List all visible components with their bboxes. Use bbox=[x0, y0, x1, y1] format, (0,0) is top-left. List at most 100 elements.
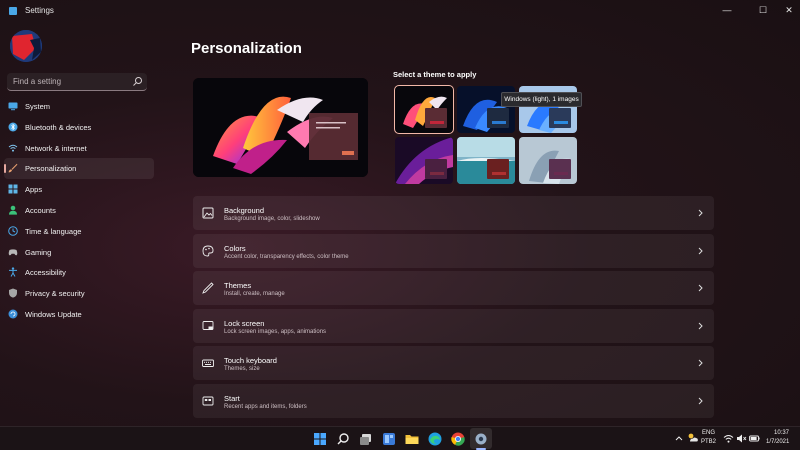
minimize-button[interactable]: — bbox=[716, 2, 738, 18]
chevron-up-icon[interactable] bbox=[674, 433, 684, 443]
keyboard-icon bbox=[202, 359, 214, 367]
sidebar-nav: System Bluetooth & devices Network & int… bbox=[4, 96, 154, 325]
chevron-right-icon bbox=[698, 247, 703, 254]
themes-heading: Select a theme to apply bbox=[393, 70, 477, 79]
user-avatar[interactable] bbox=[10, 30, 42, 62]
chevron-right-icon bbox=[698, 209, 703, 217]
search-input[interactable] bbox=[13, 75, 131, 88]
find-setting-search[interactable] bbox=[7, 73, 147, 91]
sidebar-item-bluetooth[interactable]: Bluetooth & devices bbox=[4, 117, 154, 138]
sidebar-item-accessibility[interactable]: Accessibility bbox=[4, 262, 154, 283]
title-bar: Settings — ☐ ✕ bbox=[0, 0, 800, 22]
card-subtitle: Recent apps and items, folders bbox=[224, 403, 307, 410]
task-view-icon[interactable] bbox=[358, 431, 374, 447]
theme-tile-sunrise[interactable] bbox=[457, 137, 515, 184]
theme-color-chip bbox=[549, 159, 571, 179]
theme-accent-bar bbox=[492, 121, 506, 124]
theme-preview bbox=[193, 78, 368, 177]
theme-color-chip bbox=[549, 108, 571, 128]
sidebar-item-label: Accessibility bbox=[25, 268, 66, 278]
colors-card[interactable]: Colors Accent color, transparency effect… bbox=[193, 233, 714, 268]
update-icon bbox=[8, 309, 18, 319]
touch-keyboard-card[interactable]: Touch keyboard Themes, size bbox=[193, 346, 714, 380]
chevron-right-icon bbox=[698, 284, 703, 292]
settings-icon[interactable] bbox=[473, 431, 489, 447]
search-icon[interactable] bbox=[335, 431, 351, 447]
sidebar-item-label: Accounts bbox=[25, 205, 56, 215]
start-icon bbox=[202, 396, 214, 405]
person-icon bbox=[9, 205, 17, 215]
sidebar-item-personalization[interactable]: Personalization bbox=[4, 158, 154, 180]
settings-app-icon bbox=[9, 7, 17, 15]
sidebar-item-label: Network & internet bbox=[25, 143, 87, 153]
sidebar-item-label: Personalization bbox=[25, 164, 77, 174]
card-title: Touch keyboard bbox=[224, 356, 277, 365]
theme-color-chip bbox=[425, 108, 447, 128]
lock-screen-icon bbox=[202, 320, 214, 330]
volume-muted-icon[interactable] bbox=[736, 433, 747, 444]
card-title: Background bbox=[224, 206, 265, 215]
sidebar-item-label: Bluetooth & devices bbox=[25, 122, 92, 132]
card-subtitle: Lock screen images, apps, animations bbox=[224, 328, 327, 335]
sidebar-item-time-language[interactable]: Time & language bbox=[4, 221, 154, 242]
card-title: Themes bbox=[224, 281, 252, 290]
themes-card[interactable]: Themes Install, create, manage bbox=[193, 271, 714, 305]
sidebar-item-label: Apps bbox=[25, 185, 43, 195]
clock-date[interactable]: 1/7/2021 bbox=[766, 439, 789, 445]
accessibility-icon bbox=[9, 267, 17, 278]
sidebar-item-label: Privacy & security bbox=[25, 289, 85, 299]
input-language[interactable]: ENG bbox=[702, 430, 715, 436]
sidebar-item-apps[interactable]: Apps bbox=[4, 179, 154, 200]
sidebar-item-system[interactable]: System bbox=[4, 96, 154, 117]
close-button[interactable]: ✕ bbox=[778, 2, 800, 18]
theme-color-chip bbox=[487, 159, 509, 179]
chevron-right-icon bbox=[698, 397, 703, 404]
clock-time[interactable]: 10:37 bbox=[774, 430, 789, 436]
monitor-icon bbox=[8, 102, 18, 111]
avatar-image bbox=[10, 30, 42, 62]
window-title: Settings bbox=[25, 6, 54, 15]
theme-color-chip bbox=[487, 108, 509, 128]
sidebar-item-windows-update[interactable]: Windows Update bbox=[4, 304, 154, 325]
card-subtitle: Install, create, manage bbox=[224, 291, 285, 297]
sidebar-item-label: Gaming bbox=[25, 247, 52, 257]
sidebar-item-accounts[interactable]: Accounts bbox=[4, 200, 154, 221]
card-subtitle: Themes, size bbox=[224, 366, 260, 372]
weather-icon[interactable] bbox=[687, 432, 699, 444]
chevron-right-icon bbox=[698, 359, 703, 367]
settings-window: Settings — ☐ ✕ System bbox=[0, 0, 800, 426]
widgets-icon[interactable] bbox=[381, 431, 397, 447]
bluetooth-icon bbox=[8, 122, 18, 132]
battery-icon[interactable] bbox=[749, 433, 760, 444]
theme-tile-flow[interactable] bbox=[519, 137, 577, 184]
sidebar-item-label: System bbox=[25, 102, 51, 111]
lock-screen-card[interactable]: Lock screen Lock screen images, apps, an… bbox=[193, 308, 714, 343]
gamepad-icon bbox=[8, 248, 18, 255]
keyboard-layout[interactable]: PTB2 bbox=[701, 439, 716, 445]
windows-start-icon[interactable] bbox=[312, 431, 328, 447]
preview-wallpaper bbox=[193, 78, 368, 177]
taskbar: ENG PTB2 10:37 1/7/2021 bbox=[0, 426, 800, 450]
wifi-icon[interactable] bbox=[723, 433, 734, 444]
card-title: Colors bbox=[224, 243, 246, 253]
theme-tile-glow[interactable] bbox=[394, 85, 454, 134]
apps-icon bbox=[8, 184, 18, 194]
file-explorer-icon[interactable] bbox=[404, 431, 420, 447]
card-subtitle: Background image, color, slideshow bbox=[224, 216, 320, 222]
maximize-button[interactable]: ☐ bbox=[752, 2, 774, 18]
start-card[interactable]: Start Recent apps and items, folders bbox=[193, 383, 714, 418]
edge-icon[interactable] bbox=[427, 431, 443, 447]
chrome-icon[interactable] bbox=[450, 431, 466, 447]
card-subtitle: Accent color, transparency effects, colo… bbox=[224, 253, 349, 260]
sidebar-item-privacy-security[interactable]: Privacy & security bbox=[4, 283, 154, 304]
theme-color-chip bbox=[425, 159, 447, 179]
search-icon bbox=[133, 77, 142, 86]
sidebar-item-gaming[interactable]: Gaming bbox=[4, 242, 154, 263]
sidebar-item-label: Time & language bbox=[25, 226, 82, 236]
sidebar-item-network[interactable]: Network & internet bbox=[4, 138, 154, 159]
theme-tile-captured-motion[interactable] bbox=[395, 137, 453, 184]
theme-accent-bar bbox=[492, 172, 506, 175]
globe-clock-icon bbox=[8, 225, 18, 236]
background-card[interactable]: Background Background image, color, slid… bbox=[193, 196, 714, 230]
theme-accent-bar bbox=[430, 172, 444, 175]
